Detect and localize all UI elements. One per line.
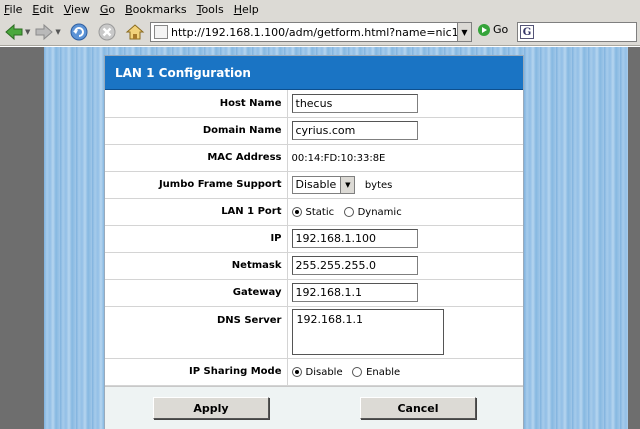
lan-port-row: LAN 1 Port Static Dynamic [105, 198, 523, 226]
menu-tools[interactable]: Tools [197, 3, 224, 16]
menu-help[interactable]: Help [234, 3, 259, 16]
page-viewport: LAN 1 Configuration Host Name thecus Dom… [0, 47, 640, 429]
mac-address-row: MAC Address 00:14:FD:10:33:8E [105, 144, 523, 172]
lan-configuration-panel: LAN 1 Configuration Host Name thecus Dom… [104, 55, 524, 429]
menu-file[interactable]: File [4, 3, 22, 16]
mac-address-value: 00:14:FD:10:33:8E [291, 153, 386, 164]
static-label: Static [305, 206, 335, 218]
static-radio[interactable] [291, 207, 302, 217]
back-arrow-icon [5, 23, 23, 40]
jumbo-frame-selected: Disable [295, 178, 337, 191]
forward-arrow-icon [35, 23, 54, 40]
right-gutter [628, 47, 640, 429]
panel-title: LAN 1 Configuration [105, 56, 523, 90]
sharing-enable-radio[interactable] [352, 367, 363, 377]
jumbo-frame-unit: bytes [364, 180, 393, 191]
cancel-button[interactable]: Cancel [360, 397, 476, 419]
jumbo-frame-select[interactable]: Disable ▼ [291, 175, 356, 194]
navigation-toolbar: ▼ ▼ http://192.168.1.100/adm/getform.htm… [0, 18, 640, 46]
reload-icon [70, 23, 88, 40]
netmask-row: Netmask 255.255.255.0 [105, 252, 523, 280]
dynamic-label: Dynamic [357, 206, 402, 218]
mac-address-label: MAC Address [105, 144, 288, 172]
gateway-row: Gateway 192.168.1.1 [105, 279, 523, 307]
domain-name-label: Domain Name [105, 117, 288, 145]
menu-bar: File Edit View Go Bookmarks Tools Help [0, 0, 640, 18]
domain-name-row: Domain Name cyrius.com [105, 117, 523, 145]
go-button[interactable]: Go [478, 23, 508, 36]
address-bar[interactable]: http://192.168.1.100/adm/getform.html?na… [150, 22, 472, 42]
page-icon [154, 25, 168, 39]
go-icon [478, 23, 490, 36]
host-name-row: Host Name thecus [105, 90, 523, 118]
back-button[interactable] [4, 21, 24, 43]
ip-label: IP [105, 225, 288, 253]
forward-button[interactable] [34, 21, 54, 43]
stop-button[interactable] [97, 21, 117, 43]
configuration-form: Host Name thecus Domain Name cyrius.com … [105, 90, 523, 386]
netmask-label: Netmask [105, 252, 288, 280]
reload-button[interactable] [69, 21, 89, 43]
left-gutter [0, 47, 44, 429]
go-label: Go [493, 23, 509, 36]
menu-view[interactable]: View [64, 3, 90, 16]
lan-port-label: LAN 1 Port [105, 198, 288, 226]
url-history-dropdown[interactable]: ▼ [457, 23, 471, 41]
menu-bookmarks[interactable]: Bookmarks [125, 3, 186, 16]
ip-sharing-label: IP Sharing Mode [105, 358, 288, 386]
ip-row: IP 192.168.1.100 [105, 225, 523, 253]
menu-edit[interactable]: Edit [32, 3, 53, 16]
search-engine-icon[interactable]: G [520, 25, 534, 39]
menu-go[interactable]: Go [100, 3, 115, 16]
home-icon [125, 23, 145, 39]
domain-name-input[interactable]: cyrius.com [291, 121, 418, 140]
search-box[interactable]: G [517, 22, 637, 42]
dns-server-row: DNS Server 192.168.1.1 [105, 306, 523, 359]
stop-icon [98, 23, 116, 40]
dynamic-radio[interactable] [343, 207, 354, 217]
gateway-input[interactable]: 192.168.1.1 [291, 283, 418, 302]
sharing-enable-label: Enable [366, 366, 401, 378]
gateway-label: Gateway [105, 279, 288, 307]
jumbo-frame-row: Jumbo Frame Support Disable ▼ bytes [105, 171, 523, 199]
host-name-label: Host Name [105, 90, 288, 118]
netmask-input[interactable]: 255.255.255.0 [291, 256, 418, 275]
ip-input[interactable]: 192.168.1.100 [291, 229, 418, 248]
dns-server-textarea[interactable]: 192.168.1.1 [291, 309, 444, 355]
ip-sharing-row: IP Sharing Mode Disable Enable [105, 358, 523, 386]
form-buttons: Apply Cancel [105, 386, 523, 429]
apply-button[interactable]: Apply [153, 397, 269, 419]
dns-server-label: DNS Server [105, 306, 288, 359]
back-history-icon[interactable]: ▼ [25, 28, 30, 36]
host-name-input[interactable]: thecus [291, 93, 418, 113]
home-button[interactable] [125, 21, 145, 43]
sharing-disable-radio[interactable] [291, 367, 302, 377]
chevron-down-icon: ▼ [340, 176, 355, 193]
sharing-disable-label: Disable [305, 366, 343, 378]
url-text[interactable]: http://192.168.1.100/adm/getform.html?na… [171, 26, 457, 39]
jumbo-frame-label: Jumbo Frame Support [105, 171, 288, 199]
forward-history-icon[interactable]: ▼ [55, 28, 60, 36]
